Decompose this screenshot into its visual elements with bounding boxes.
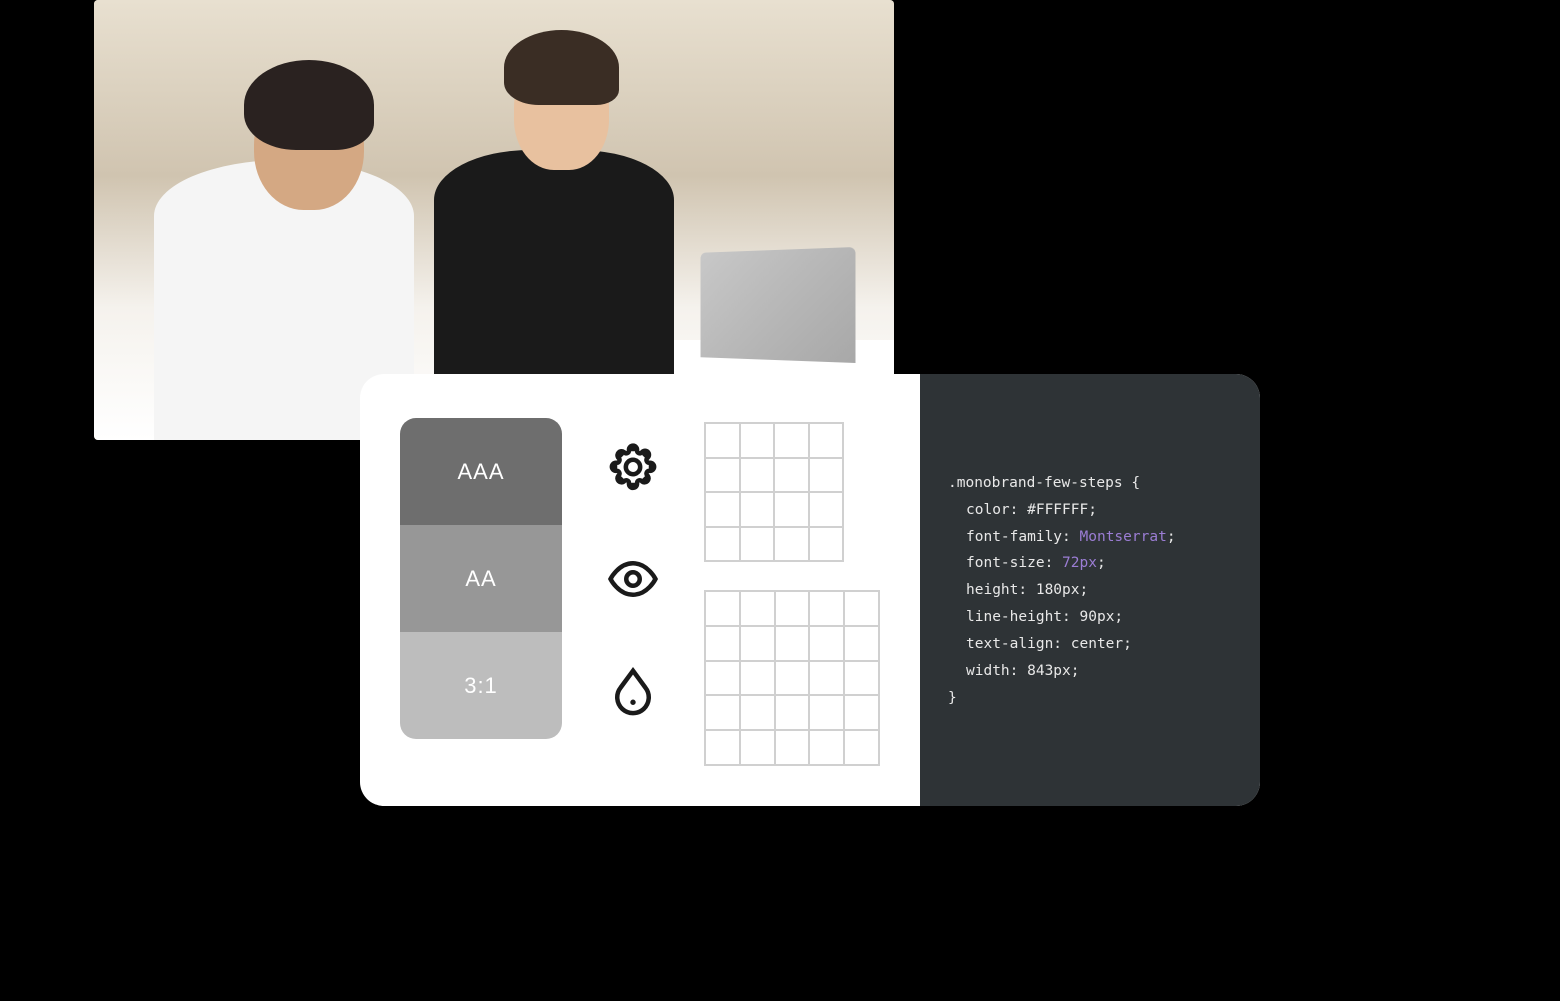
design-system-card: AAA AA 3:1 (360, 374, 1260, 806)
code-panel: .monobrand-few-steps { color: #FFFFFF;fo… (920, 374, 1260, 806)
code-property: height: 180px; (948, 577, 1232, 604)
contrast-level-ratio: 3:1 (400, 632, 562, 739)
laptop (701, 247, 856, 363)
gear-icon (606, 440, 660, 494)
icon-column (606, 418, 660, 718)
code-close: } (948, 685, 1232, 712)
small-grid-icon (704, 422, 844, 562)
contrast-stack: AAA AA 3:1 (400, 418, 562, 739)
large-grid-icon (704, 590, 880, 766)
code-property: width: 843px; (948, 658, 1232, 685)
eye-icon (606, 552, 660, 606)
code-property: line-height: 90px; (948, 604, 1232, 631)
code-property: color: #FFFFFF; (948, 497, 1232, 524)
code-property: text-align: center; (948, 631, 1232, 658)
droplet-icon (606, 664, 660, 718)
code-selector: .monobrand-few-steps { (948, 470, 1232, 497)
code-property: font-size: 72px; (948, 550, 1232, 577)
contrast-level-aaa: AAA (400, 418, 562, 525)
person-right (414, 20, 694, 400)
code-property: font-family: Montserrat; (948, 524, 1232, 551)
contrast-level-aa: AA (400, 525, 562, 632)
grid-column (704, 418, 880, 766)
design-visuals: AAA AA 3:1 (360, 374, 920, 806)
code-properties: color: #FFFFFF;font-family: Montserrat;f… (948, 497, 1232, 685)
